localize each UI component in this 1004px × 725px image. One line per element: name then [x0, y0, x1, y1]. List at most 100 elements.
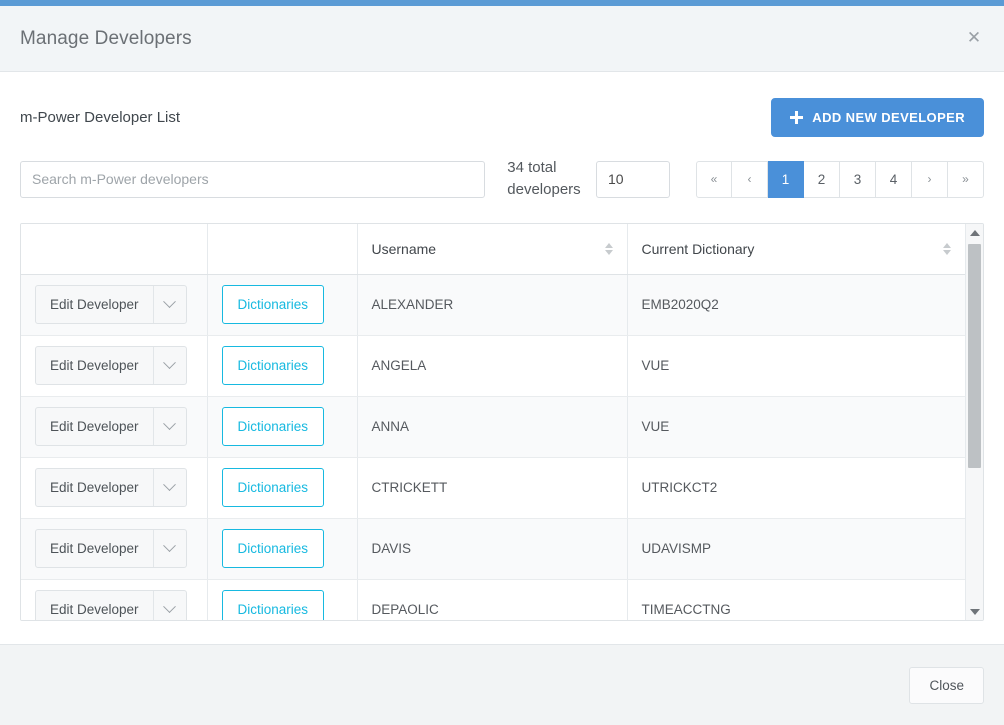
pagination-prev[interactable]: ‹ — [732, 160, 768, 198]
cell-current-dictionary: EMB2020Q2 — [627, 274, 965, 336]
dictionaries-button[interactable]: Dictionaries — [221, 346, 325, 385]
sort-icon[interactable] — [943, 242, 951, 255]
chevron-down-icon — [163, 478, 176, 492]
cell-current-dictionary: VUE — [627, 396, 965, 458]
edit-developer-split-button[interactable]: Edit Developer — [35, 529, 187, 568]
chevron-down-icon — [163, 356, 176, 370]
manage-developers-modal: Manage Developers ✕ m-Power Developer Li… — [0, 0, 1004, 725]
cell-current-dictionary: TIMEACCTNG — [627, 579, 965, 620]
edit-developer-button[interactable]: Edit Developer — [36, 408, 153, 445]
column-header-dictionaries — [207, 224, 358, 275]
chevron-down-icon — [163, 600, 176, 614]
pagination: « ‹ 1 2 3 4 › » — [696, 160, 984, 198]
modal-header: Manage Developers ✕ — [0, 6, 1004, 72]
edit-developer-dropdown-toggle[interactable] — [152, 347, 186, 384]
pagination-first[interactable]: « — [696, 160, 732, 198]
edit-developer-split-button[interactable]: Edit Developer — [35, 285, 187, 324]
add-new-developer-label: ADD NEW DEVELOPER — [812, 110, 965, 125]
chevron-down-icon — [163, 417, 176, 431]
scroll-down-arrow-icon[interactable] — [966, 603, 983, 620]
column-header-username-label: Username — [371, 240, 437, 257]
pagination-page-3[interactable]: 3 — [840, 160, 876, 198]
edit-developer-split-button[interactable]: Edit Developer — [35, 590, 187, 620]
table-vertical-scrollbar[interactable] — [965, 224, 983, 620]
pagination-page-2[interactable]: 2 — [804, 160, 840, 198]
developers-table: Username Current Dictionary Edit Develop… — [21, 224, 965, 620]
cell-edit-action: Edit Developer — [21, 335, 208, 397]
modal-footer: Close — [0, 644, 1004, 725]
list-header-row: m-Power Developer List ADD NEW DEVELOPER — [20, 72, 984, 137]
developers-table-container: Username Current Dictionary Edit Develop… — [20, 223, 984, 621]
cell-dictionaries-action: Dictionaries — [207, 274, 358, 336]
total-developers-count: 34 total developers — [507, 159, 581, 198]
dictionaries-button[interactable]: Dictionaries — [221, 285, 325, 324]
pagination-page-4[interactable]: 4 — [876, 160, 912, 198]
cell-edit-action: Edit Developer — [21, 579, 208, 620]
table-head: Username Current Dictionary — [21, 224, 965, 275]
edit-developer-dropdown-toggle[interactable] — [152, 408, 186, 445]
column-header-edit — [21, 224, 208, 275]
cell-dictionaries-action: Dictionaries — [207, 396, 358, 458]
table-row: Edit Developer Dictionaries DAVIS UDAVIS… — [21, 518, 965, 580]
column-header-current-dictionary-label: Current Dictionary — [641, 240, 755, 257]
close-button[interactable]: Close — [909, 666, 984, 704]
developers-table-scroll: Username Current Dictionary Edit Develop… — [21, 224, 965, 620]
page-title: Manage Developers — [20, 27, 192, 49]
edit-developer-dropdown-toggle[interactable] — [152, 530, 186, 567]
cell-username: DAVIS — [357, 518, 628, 580]
cell-username: ANGELA — [357, 335, 628, 397]
table-row: Edit Developer Dictionaries ANGELA VUE — [21, 335, 965, 397]
close-icon[interactable]: ✕ — [964, 29, 984, 49]
cell-username: CTRICKETT — [357, 457, 628, 519]
cell-current-dictionary: UTRICKCT2 — [627, 457, 965, 519]
cell-dictionaries-action: Dictionaries — [207, 518, 358, 580]
dictionaries-button[interactable]: Dictionaries — [221, 529, 325, 568]
table-row: Edit Developer Dictionaries ALEXANDER EM… — [21, 274, 965, 336]
cell-username: ALEXANDER — [357, 274, 628, 336]
dictionaries-button[interactable]: Dictionaries — [221, 468, 325, 507]
edit-developer-split-button[interactable]: Edit Developer — [35, 346, 187, 385]
dictionaries-button[interactable]: Dictionaries — [221, 590, 325, 620]
edit-developer-split-button[interactable]: Edit Developer — [35, 407, 187, 446]
cell-edit-action: Edit Developer — [21, 274, 208, 336]
cell-edit-action: Edit Developer — [21, 396, 208, 458]
cell-username: DEPAOLIC — [357, 579, 628, 620]
cell-edit-action: Edit Developer — [21, 518, 208, 580]
cell-edit-action: Edit Developer — [21, 457, 208, 519]
column-header-username[interactable]: Username — [357, 224, 628, 275]
edit-developer-split-button[interactable]: Edit Developer — [35, 468, 187, 507]
scrollbar-thumb[interactable] — [968, 244, 981, 468]
edit-developer-button[interactable]: Edit Developer — [36, 530, 153, 567]
pagination-next[interactable]: › — [912, 160, 948, 198]
edit-developer-button[interactable]: Edit Developer — [36, 347, 153, 384]
developer-list-title: m-Power Developer List — [20, 109, 181, 126]
modal-body: m-Power Developer List ADD NEW DEVELOPER… — [0, 72, 1004, 644]
cell-current-dictionary: UDAVISMP — [627, 518, 965, 580]
edit-developer-dropdown-toggle[interactable] — [152, 469, 186, 506]
cell-current-dictionary: VUE — [627, 335, 965, 397]
table-controls-row: 34 total developers « ‹ 1 2 3 4 › » — [20, 157, 984, 201]
table-row: Edit Developer Dictionaries CTRICKETT UT… — [21, 457, 965, 519]
edit-developer-dropdown-toggle[interactable] — [152, 286, 186, 323]
scroll-up-arrow-icon[interactable] — [966, 224, 983, 241]
cell-username: ANNA — [357, 396, 628, 458]
column-header-current-dictionary[interactable]: Current Dictionary — [627, 224, 965, 275]
search-input[interactable] — [20, 160, 486, 198]
pagination-page-1[interactable]: 1 — [768, 160, 804, 198]
edit-developer-button[interactable]: Edit Developer — [36, 591, 153, 620]
chevron-down-icon — [163, 295, 176, 309]
edit-developer-button[interactable]: Edit Developer — [36, 469, 153, 506]
cell-dictionaries-action: Dictionaries — [207, 579, 358, 620]
table-row: Edit Developer Dictionaries ANNA VUE — [21, 396, 965, 458]
table-row: Edit Developer Dictionaries DEPAOLIC TIM… — [21, 579, 965, 620]
sort-icon[interactable] — [604, 242, 613, 255]
pagination-last[interactable]: » — [948, 160, 984, 198]
cell-dictionaries-action: Dictionaries — [207, 335, 358, 397]
page-size-input[interactable] — [596, 160, 670, 198]
add-new-developer-button[interactable]: ADD NEW DEVELOPER — [771, 98, 984, 137]
plus-icon — [790, 111, 804, 124]
table-body: Edit Developer Dictionaries ALEXANDER EM… — [21, 274, 965, 620]
edit-developer-button[interactable]: Edit Developer — [36, 286, 153, 323]
dictionaries-button[interactable]: Dictionaries — [221, 407, 325, 446]
edit-developer-dropdown-toggle[interactable] — [152, 591, 186, 620]
